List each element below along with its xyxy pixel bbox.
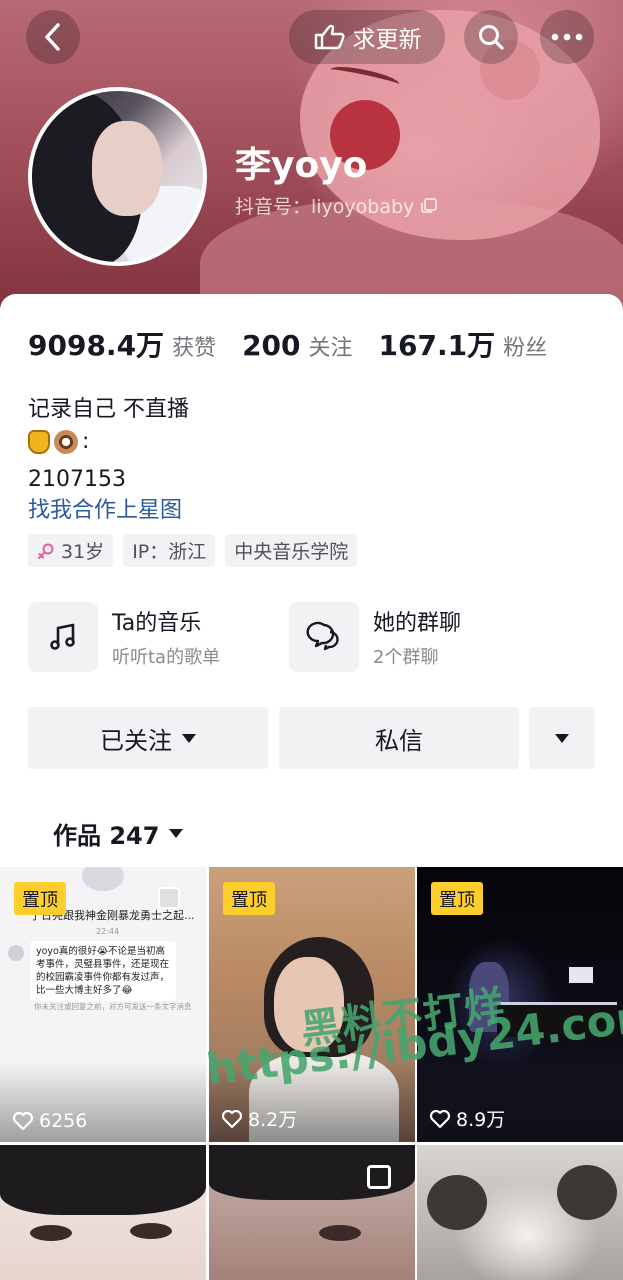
nickname: 李yoyo [235,145,368,186]
followed-button[interactable]: 已关注 [28,707,268,769]
search-icon [479,25,504,50]
stat-likes-label: 获赞 [172,336,217,361]
multi-image-icon [367,1165,391,1189]
pinned-badge: 置顶 [223,882,275,915]
bio-emoji-line: : [28,426,89,458]
heart-icon [429,1109,451,1128]
avatar[interactable] [28,87,207,266]
back-button[interactable] [26,10,80,64]
music-icon-box [28,602,98,672]
caret-down-icon [555,733,569,743]
thumbnail-detail [557,1165,617,1220]
recommend-dropdown-button[interactable] [529,707,595,769]
tab-works[interactable]: 作品 247 [53,816,184,851]
video-likes-count: 6256 [39,1110,88,1132]
bio-colon: : [82,429,90,454]
chat-avatar [82,867,124,891]
request-update-button[interactable]: 求更新 [289,10,445,64]
video-thumbnail[interactable] [209,1145,415,1280]
profile-tags: 31岁 IP：浙江 中央音乐学院 [28,534,358,567]
douyin-id-text: 抖音号：liyoyobaby [235,196,415,218]
tag-school-label: 中央音乐学院 [234,541,349,563]
stat-followers[interactable]: 167.1万 粉丝 [379,324,548,364]
followed-label: 已关注 [100,726,172,755]
message-label: 私信 [375,726,423,755]
tag-ip-label: IP：浙江 [132,541,207,563]
bio: 记录自己 不直播 : 2107153 [28,394,189,496]
video-thumbnail[interactable] [417,1145,623,1280]
stat-likes-value: 9098.4万 [28,329,165,362]
message-button[interactable]: 私信 [279,707,519,769]
tag-age-label: 31岁 [61,541,105,563]
heart-icon [12,1111,34,1131]
tag-age: 31岁 [28,534,114,567]
heart-icon [221,1109,243,1128]
douyin-id: 抖音号：liyoyobaby [235,192,438,219]
tab-works-label: 作品 247 [53,822,160,850]
video-likes: 8.9万 [429,1105,505,1132]
pinned-badge: 置顶 [14,882,66,915]
honey-pot-icon [28,430,50,454]
group-text: 她的群聊 2个群聊 [373,605,461,669]
group-chat-entry[interactable]: 她的群聊 2个群聊 [289,602,461,672]
group-icon-box [289,602,359,672]
stat-following-label: 关注 [308,336,353,361]
back-icon [45,23,60,51]
music-note-icon [50,623,75,650]
chat-message: yoyo真的很好😭不论是当初高考事件，灵璧县事件，还是现在的校园霸凌事件你都有发… [30,941,176,1001]
thumbnail-detail [130,1223,172,1239]
multi-image-icon [158,887,180,909]
female-icon [38,543,54,559]
music-entry[interactable]: Ta的音乐 听听ta的歌单 [28,602,220,672]
avatar-detail [92,121,162,216]
thumbnail-detail [0,1145,206,1215]
thumbnail-detail [319,1225,361,1241]
video-likes: 8.2万 [221,1105,297,1132]
chat-sender-avatar [8,945,24,961]
chat-note: 你未关注或回复之前，对方可发送一条文字消息 [34,1002,192,1011]
video-likes-count: 8.9万 [456,1109,506,1131]
more-icon [551,33,583,41]
donut-icon [54,430,78,454]
chat-bubbles-icon [306,621,339,651]
thumbnail-detail [569,967,593,983]
caret-down-icon [169,829,184,838]
stat-following-value: 200 [242,329,301,362]
group-title: 她的群聊 [373,611,462,636]
more-button[interactable] [540,10,594,64]
request-update-label: 求更新 [352,27,422,53]
stats-row: 9098.4万 获赞 200 关注 167.1万 粉丝 [28,324,573,364]
stat-followers-label: 粉丝 [503,336,548,361]
video-likes: 6256 [12,1110,87,1132]
caret-down-icon [182,733,196,743]
stat-followers-value: 167.1万 [378,329,496,362]
group-subtitle: 2个群聊 [373,647,439,668]
bio-line: 记录自己 不直播 [28,397,189,422]
video-likes-count: 8.2万 [248,1109,298,1131]
tag-ip: IP：浙江 [123,534,216,567]
music-title: Ta的音乐 [112,611,202,636]
hand-point-icon [314,24,345,50]
music-text: Ta的音乐 听听ta的歌单 [112,605,220,669]
star-map-link[interactable]: 找我合作上星图 [28,492,182,524]
search-button[interactable] [464,10,518,64]
chat-time: 22:44 [96,927,120,936]
video-thumbnail[interactable] [0,1145,206,1280]
copy-icon[interactable] [420,197,438,215]
pinned-badge: 置顶 [431,882,483,915]
stat-likes[interactable]: 9098.4万 获赞 [28,324,216,364]
video-thumbnail[interactable]: 了日亮跟我神金刚暴龙勇士之起... 22:44 yoyo真的很好😭不论是当初高考… [0,867,206,1142]
thumbnail-detail [30,1225,72,1241]
thumbnail-detail [427,1175,487,1230]
stat-following[interactable]: 200 关注 [242,329,352,362]
tag-school[interactable]: 中央音乐学院 [225,534,358,567]
music-subtitle: 听听ta的歌单 [112,647,221,668]
